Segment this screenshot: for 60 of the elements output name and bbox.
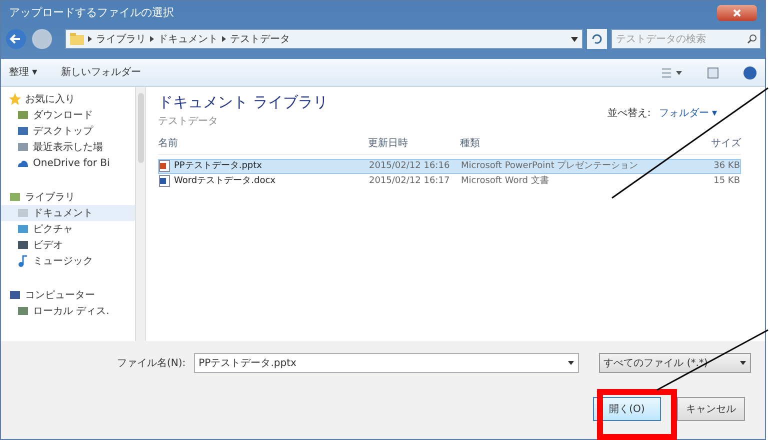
table-cell-text: Microsoft PowerPoint プレゼンテーション [461, 160, 638, 172]
table-cell-text: Wordテストデータ.docx [174, 174, 276, 188]
breadcrumb-item[interactable]: ライブラリ [96, 32, 146, 46]
column-header[interactable]: サイズ [700, 136, 741, 150]
sidebar-item[interactable]: ドキュメント [1, 205, 135, 221]
dropdown-arrow-icon[interactable] [568, 361, 574, 365]
sidebar-item[interactable]: ライブラリ [9, 189, 135, 205]
sidebar-item[interactable]: ローカル ディス. [1, 303, 135, 319]
table-cell-text: PPテストデータ.pptx [174, 160, 262, 172]
file-type-dropdown[interactable]: すべてのファイル (*.*) [598, 353, 751, 373]
file-name-label: ファイル名(N): [117, 356, 186, 370]
breadcrumb-item[interactable]: ドキュメント [158, 32, 218, 46]
table-row[interactable]: Wordテストデータ.docx 2015/02/12 16:17 Microsoft Word 文書 15 KB [158, 174, 741, 188]
sidebar-item[interactable]: ミュージック [1, 253, 135, 269]
table-cell-text: 15 KB [714, 174, 740, 188]
scrollbar[interactable] [135, 87, 145, 341]
sort-dropdown[interactable]: フォルダー ▾ [658, 106, 741, 120]
chevron-icon[interactable] [150, 36, 154, 42]
dropdown-arrow-icon [740, 361, 746, 365]
chevron-icon[interactable] [222, 36, 226, 42]
column-header[interactable]: 種類 [460, 136, 700, 150]
sidebar-item[interactable]: コンピューター [9, 287, 135, 303]
open-button[interactable]: 開く(O) [593, 397, 661, 421]
sidebar-item[interactable]: お気に入り [9, 91, 135, 107]
sidebar-item[interactable]: OneDrive for Bi [1, 155, 135, 171]
cancel-button[interactable]: キャンセル [677, 397, 745, 421]
toolbar-button[interactable]: 新しいフォルダー [61, 65, 142, 80]
table-cell-text: 2015/02/12 16:17 [369, 174, 450, 188]
window-title: アップロードするファイルの選択 [9, 4, 174, 21]
close-button[interactable] [717, 5, 757, 21]
chevron-icon[interactable] [88, 36, 92, 42]
sidebar-item[interactable]: ダウンロード [1, 107, 135, 123]
sidebar-item[interactable]: ビデオ [1, 237, 135, 253]
sidebar-item[interactable]: デスクトップ [1, 123, 135, 139]
star-icon [9, 93, 21, 105]
library-subtitle: テストデータ [158, 114, 219, 128]
file-name-field[interactable]: PPテストデータ.pptx [194, 353, 579, 373]
sidebar-item[interactable]: ピクチャ [1, 221, 135, 237]
music-note-icon [17, 255, 29, 267]
search-field[interactable]: テストデータの検索 [611, 29, 761, 49]
column-header[interactable]: 名前 [158, 136, 368, 150]
toolbar-button[interactable]: 整理 ▾ [9, 65, 38, 80]
close-icon [732, 8, 742, 18]
refresh-icon[interactable] [587, 29, 607, 49]
view-options-icon[interactable] [661, 66, 683, 78]
table-cell-text: Microsoft Word 文書 [461, 174, 549, 188]
breadcrumb-item[interactable]: テストデータ [230, 32, 290, 46]
sidebar-item[interactable]: 最近表示した場 [1, 139, 135, 155]
file-icon [159, 160, 170, 172]
dropdown-arrow-icon[interactable] [571, 36, 578, 42]
column-header[interactable]: 更新日時 [368, 136, 460, 150]
library-title: ドキュメント ライブラリ [158, 92, 328, 113]
table-cell-text: 36 KB [714, 160, 740, 172]
address-bar[interactable]: ライブラリ ドキュメント テストデータ [65, 29, 583, 49]
table-cell-text: 2015/02/12 16:16 [369, 160, 450, 172]
sort-label: 並べ替え: [607, 106, 651, 120]
preview-pane-icon[interactable] [707, 66, 719, 78]
file-icon [159, 175, 170, 188]
search-icon [747, 34, 757, 44]
selected-row[interactable]: PPテストデータ.pptx 2015/02/12 16:16 Microsoft PowerPoint プレゼンテーション 36 KB [158, 158, 741, 174]
